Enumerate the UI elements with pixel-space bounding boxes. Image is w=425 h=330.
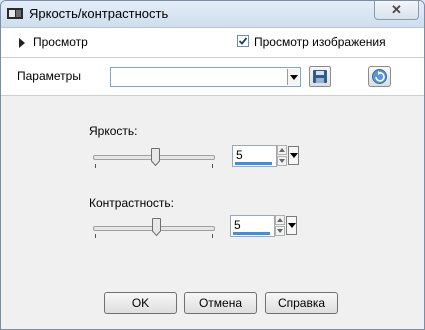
brightness-decrement-button[interactable] xyxy=(277,156,287,166)
help-button[interactable]: Справка xyxy=(265,292,338,314)
app-icon xyxy=(7,8,23,19)
contrast-value: 5 xyxy=(234,218,241,232)
brightness-value-bar xyxy=(235,162,272,165)
brightness-label: Яркость: xyxy=(89,124,138,138)
preview-toggle-label[interactable]: Просмотр xyxy=(33,35,88,49)
floppy-disk-icon xyxy=(313,70,327,83)
params-label: Параметры xyxy=(17,69,81,83)
params-section: Параметры xyxy=(1,58,424,96)
contrast-increment-button[interactable] xyxy=(275,215,285,225)
preview-section: Просмотр Просмотр изображения xyxy=(1,28,424,58)
contrast-input[interactable]: 5 xyxy=(230,215,275,237)
save-preset-button[interactable] xyxy=(309,66,331,87)
brightness-tick-min xyxy=(95,164,96,168)
image-preview-checkbox[interactable] xyxy=(237,35,249,47)
brightness-increment-button[interactable] xyxy=(277,145,287,155)
contrast-dropdown-button[interactable] xyxy=(286,216,297,235)
contrast-value-bar xyxy=(233,232,270,235)
reset-button[interactable] xyxy=(368,66,391,87)
brightness-slider-thumb[interactable] xyxy=(151,148,160,166)
brightness-dropdown-button[interactable] xyxy=(288,146,299,165)
close-icon: ✕ xyxy=(391,2,402,17)
window-title: Яркость/контрастность xyxy=(29,6,169,21)
cancel-button[interactable]: Отмена xyxy=(184,292,257,314)
contrast-slider-thumb[interactable] xyxy=(152,218,161,236)
chevron-down-icon[interactable] xyxy=(287,69,299,85)
close-button[interactable]: ✕ xyxy=(374,1,419,20)
brightness-spin-arrows xyxy=(277,145,287,167)
contrast-tick-min xyxy=(95,234,96,238)
reset-arrow-icon xyxy=(372,69,387,84)
contrast-tick-max xyxy=(212,234,213,238)
brightness-tick-max xyxy=(212,164,213,168)
checkmark-icon xyxy=(238,37,248,45)
contrast-decrement-button[interactable] xyxy=(275,226,285,236)
ok-button[interactable]: OK xyxy=(104,292,177,314)
brightness-input[interactable]: 5 xyxy=(232,145,277,167)
title-bar[interactable]: Яркость/контрастность ✕ xyxy=(1,1,424,28)
preset-combobox[interactable] xyxy=(110,67,301,87)
contrast-label: Контрастность: xyxy=(89,196,175,210)
contrast-spin-arrows xyxy=(275,215,285,237)
image-preview-label[interactable]: Просмотр изображения xyxy=(254,35,386,49)
expand-triangle-icon[interactable] xyxy=(19,38,25,48)
brightness-value: 5 xyxy=(236,148,243,162)
dialog-window: Яркость/контрастность ✕ Просмотр Просмот… xyxy=(0,0,425,330)
